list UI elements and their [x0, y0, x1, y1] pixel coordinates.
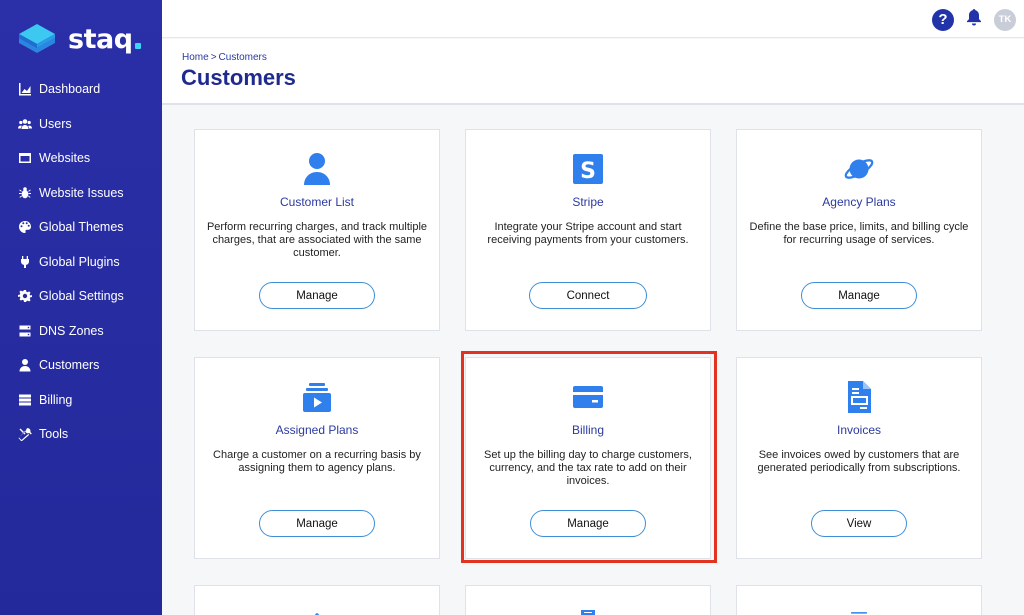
sidebar-item-global-plugins[interactable]: Global Plugins: [0, 245, 162, 280]
view-button[interactable]: View: [811, 510, 907, 537]
window-icon: [17, 151, 32, 166]
sidebar-item-dashboard[interactable]: Dashboard: [0, 72, 162, 107]
card-title: Assigned Plans: [275, 423, 359, 437]
sidebar-item-label: Global Settings: [39, 289, 124, 304]
card-description: Define the base price, limits, and billi…: [749, 221, 969, 246]
highlight-box: [461, 351, 717, 563]
sidebar-item-label: Websites: [39, 151, 91, 166]
manage-button[interactable]: Manage: [259, 510, 375, 537]
staq-logo-icon: [19, 24, 55, 53]
sidebar-item-label: Tools: [39, 427, 69, 442]
sidebar-item-label: Users: [39, 116, 72, 131]
connect-button[interactable]: Connect: [529, 282, 647, 309]
stripe-icon: S: [572, 152, 604, 186]
help-icon[interactable]: ?: [932, 8, 954, 31]
sidebar-item-label: Billing: [39, 392, 73, 407]
card-description: Perform recurring charges, and track mul…: [206, 221, 428, 259]
card-partial: [465, 585, 711, 615]
sidebar-item-global-themes[interactable]: Global Themes: [0, 210, 162, 245]
card-assigned-plans: Assigned Plans Charge a customer on a re…: [194, 357, 440, 559]
sidebar-item-global-settings[interactable]: Global Settings: [0, 279, 162, 314]
partial-card-icon: [315, 613, 319, 615]
sidebar-item-label: Global Plugins: [39, 254, 120, 269]
tools-icon: [17, 427, 32, 442]
list-icon: [17, 392, 32, 407]
planet-icon: [843, 152, 875, 186]
sidebar-item-users[interactable]: Users: [0, 107, 162, 142]
breadcrumb-home[interactable]: Home: [182, 52, 209, 63]
page-title: Customers: [181, 65, 296, 90]
card-description: See invoices owed by customers that are …: [757, 449, 961, 474]
card-customer-list: Customer List Perform recurring charges,…: [194, 129, 440, 331]
card-partial: [736, 585, 982, 615]
svg-text:S: S: [580, 159, 596, 184]
topbar-actions: ? TK: [932, 8, 1016, 31]
media-stack-icon: [301, 380, 333, 414]
sidebar-item-label: Dashboard: [39, 82, 101, 97]
card-title: Agency Plans: [822, 195, 896, 209]
sidebar: staq Dashboard Users Websites Website Is…: [0, 0, 162, 615]
card-title: Stripe: [572, 195, 604, 209]
partial-card-icon: [851, 612, 867, 614]
bell-icon[interactable]: [966, 8, 982, 31]
gear-icon: [17, 289, 32, 304]
chart-area-icon: [17, 82, 32, 97]
logo[interactable]: staq: [16, 20, 141, 58]
card-title: Invoices: [836, 423, 882, 437]
card-description: Charge a customer on a recurring basis b…: [213, 449, 421, 474]
sidebar-item-label: Customers: [39, 358, 100, 373]
card-agency-plans: Agency Plans Define the base price, limi…: [736, 129, 982, 331]
partial-card-icon: [581, 610, 595, 615]
server-icon: [17, 323, 32, 338]
plug-icon: [17, 254, 32, 269]
sidebar-item-tools[interactable]: Tools: [0, 417, 162, 452]
logo-text: staq: [68, 23, 133, 55]
sidebar-item-websites[interactable]: Websites: [0, 141, 162, 176]
manage-button[interactable]: Manage: [801, 282, 917, 309]
card-title: Customer List: [279, 195, 355, 209]
breadcrumb: Home > Customers: [182, 52, 267, 63]
user-icon: [17, 358, 32, 373]
logo-dot: [134, 43, 141, 49]
card-partial: [194, 585, 440, 615]
user-icon: [301, 152, 333, 186]
card-stripe: S Stripe Integrate your Stripe account a…: [465, 129, 711, 331]
invoice-icon: [843, 380, 875, 414]
sidebar-item-label: Website Issues: [39, 185, 124, 200]
topbar: ? TK: [162, 0, 1024, 38]
sidebar-item-label: Global Themes: [39, 220, 124, 235]
breadcrumb-separator: >: [210, 52, 217, 63]
sidebar-nav: Dashboard Users Websites Website Issues …: [0, 72, 162, 452]
page-header: Home > Customers Customers: [162, 39, 1024, 105]
users-icon: [17, 116, 32, 131]
sidebar-item-label: DNS Zones: [39, 323, 104, 338]
sidebar-item-billing[interactable]: Billing: [0, 383, 162, 418]
sidebar-item-website-issues[interactable]: Website Issues: [0, 176, 162, 211]
palette-icon: [17, 220, 32, 235]
sidebar-item-dns-zones[interactable]: DNS Zones: [0, 314, 162, 349]
manage-button[interactable]: Manage: [259, 282, 375, 309]
avatar[interactable]: TK: [994, 8, 1016, 31]
bug-icon: [17, 185, 32, 200]
card-invoices: Invoices See invoices owed by customers …: [736, 357, 982, 559]
sidebar-item-customers[interactable]: Customers: [0, 348, 162, 383]
breadcrumb-current[interactable]: Customers: [219, 52, 267, 63]
card-description: Integrate your Stripe account and start …: [487, 221, 689, 246]
